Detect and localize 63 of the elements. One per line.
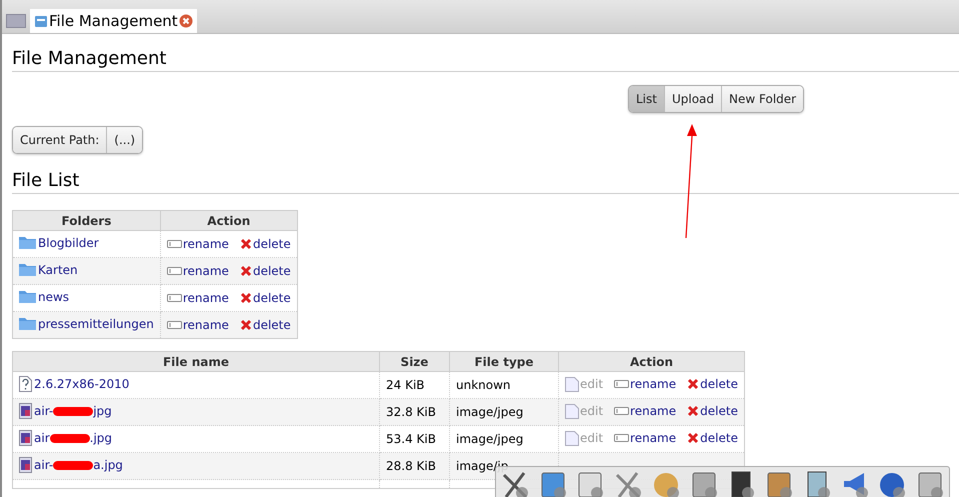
- delete-link[interactable]: delete: [240, 318, 291, 332]
- image-file-icon: [19, 402, 32, 418]
- delete-link[interactable]: delete: [240, 264, 291, 278]
- delete-icon: [240, 319, 252, 331]
- rename-link[interactable]: rename: [166, 291, 229, 305]
- table-cell: 28.8 KiB: [380, 452, 450, 480]
- document-icon: [565, 376, 579, 392]
- rename-link[interactable]: rename: [166, 318, 229, 332]
- delete-icon: [240, 292, 252, 304]
- delete-icon: [240, 265, 252, 277]
- path-label: Current Path:: [13, 127, 106, 153]
- file-link[interactable]: air .jpg: [34, 430, 112, 444]
- folder-icon: [19, 263, 36, 276]
- text-field-icon: [166, 267, 182, 275]
- column-header: Folders: [12, 210, 160, 230]
- folder-link[interactable]: Karten: [38, 262, 78, 277]
- rename-link[interactable]: rename: [614, 404, 676, 418]
- path-button[interactable]: (...): [106, 127, 142, 153]
- table-cell: 32.8 KiB: [380, 398, 450, 426]
- text-field-icon: [166, 294, 182, 302]
- page-title: File Management: [12, 48, 959, 72]
- column-header: Action: [160, 210, 298, 230]
- table-cell: image/jpeg: [450, 398, 558, 426]
- file-link[interactable]: air- jpg: [34, 404, 112, 418]
- tab[interactable]: File Management: [30, 9, 197, 33]
- column-header: Action: [558, 352, 744, 372]
- delete-link[interactable]: delete: [687, 430, 738, 444]
- text-field-icon: [614, 406, 630, 414]
- column-header: Size: [380, 352, 450, 372]
- folder-icon: [19, 317, 36, 330]
- folder-icon: [19, 290, 36, 304]
- document-icon: [565, 430, 579, 446]
- folder-link[interactable]: news: [38, 290, 70, 304]
- question-file-icon: [19, 376, 32, 392]
- column-header: File type: [450, 352, 558, 372]
- delete-link[interactable]: delete: [687, 404, 738, 418]
- delete-link[interactable]: delete: [240, 237, 291, 251]
- file-link[interactable]: air- a.jpg: [34, 458, 123, 472]
- close-icon[interactable]: [178, 14, 193, 28]
- image-file-icon: [19, 430, 32, 446]
- view-button[interactable]: Upload: [664, 86, 722, 112]
- delete-icon: [687, 378, 700, 390]
- delete-icon: [687, 432, 700, 444]
- text-field-icon: [614, 434, 630, 442]
- delete-link[interactable]: delete: [240, 291, 291, 305]
- view-button[interactable]: List: [629, 86, 664, 112]
- rename-link[interactable]: rename: [166, 237, 229, 251]
- text-field-icon: [166, 321, 182, 329]
- delete-link[interactable]: delete: [687, 376, 738, 390]
- rename-link[interactable]: rename: [614, 376, 676, 390]
- rename-link[interactable]: rename: [166, 264, 229, 278]
- section-title: File List: [12, 170, 959, 194]
- folder-icon: [19, 236, 36, 250]
- file-link[interactable]: 2.6.27x86-2010: [34, 376, 130, 390]
- delete-icon: [240, 238, 252, 250]
- text-field-icon: [614, 380, 630, 388]
- rename-link[interactable]: rename: [614, 430, 676, 444]
- text-field-icon: [166, 240, 182, 248]
- image-file-icon: [19, 456, 32, 472]
- document-icon: [565, 402, 579, 418]
- view-button[interactable]: New Folder: [721, 86, 804, 112]
- delete-icon: [687, 404, 700, 416]
- column-header: File name: [12, 352, 380, 372]
